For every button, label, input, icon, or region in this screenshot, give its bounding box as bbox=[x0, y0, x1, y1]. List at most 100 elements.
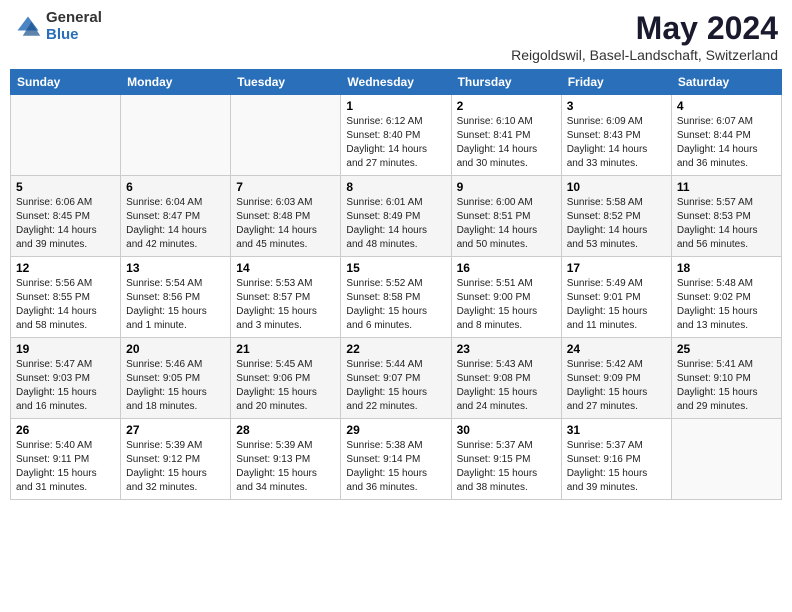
day-number: 16 bbox=[457, 261, 556, 275]
day-number: 3 bbox=[567, 99, 666, 113]
day-number: 6 bbox=[126, 180, 225, 194]
day-number: 22 bbox=[346, 342, 445, 356]
calendar-cell: 14Sunrise: 5:53 AMSunset: 8:57 PMDayligh… bbox=[231, 257, 341, 338]
day-info: Sunrise: 5:56 AMSunset: 8:55 PMDaylight:… bbox=[16, 277, 115, 333]
day-number: 13 bbox=[126, 261, 225, 275]
day-number: 21 bbox=[236, 342, 335, 356]
calendar-cell: 16 Sunrise: 5:51 AMSunset: 9:00 PMDayligh… bbox=[451, 257, 561, 338]
day-number: 12 bbox=[16, 261, 115, 275]
day-info: Sunrise: 5:52 AMSunset: 8:58 PMDaylight:… bbox=[346, 277, 445, 333]
calendar-cell bbox=[671, 419, 781, 500]
day-info: Sunrise: 5:41 AMSunset: 9:10 PMDaylight:… bbox=[677, 358, 776, 414]
day-number: 18 bbox=[677, 261, 776, 275]
calendar-cell: 7Sunrise: 6:03 AMSunset: 8:48 PMDaylight… bbox=[231, 176, 341, 257]
day-info: Sunrise: 5:39 AMSunset: 9:12 PMDaylight:… bbox=[126, 439, 225, 495]
day-number: 24 bbox=[567, 342, 666, 356]
calendar-cell: 17 Sunrise: 5:49 AMSunset: 9:01 PMDayligh… bbox=[561, 257, 671, 338]
calendar-cell: 28 Sunrise: 5:39 AMSunset: 9:13 PMDayligh… bbox=[231, 419, 341, 500]
logo-general-text: General bbox=[46, 10, 102, 27]
day-info: Sunrise: 5:43 AMSunset: 9:08 PMDaylight:… bbox=[457, 358, 556, 414]
calendar-cell: 29 Sunrise: 5:38 AMSunset: 9:14 PMDayligh… bbox=[341, 419, 451, 500]
day-number: 5 bbox=[16, 180, 115, 194]
calendar-cell: 1 Sunrise: 6:12 AMSunset: 8:40 PMDaylight… bbox=[341, 95, 451, 176]
week-row-5: 26 Sunrise: 5:40 AMSunset: 9:11 PMDayligh… bbox=[11, 419, 782, 500]
calendar-cell: 15 Sunrise: 5:52 AMSunset: 8:58 PMDayligh… bbox=[341, 257, 451, 338]
day-number: 23 bbox=[457, 342, 556, 356]
title-block: May 2024 Reigoldswil, Basel-Landschaft, … bbox=[511, 10, 778, 63]
calendar-cell: 5Sunrise: 6:06 AMSunset: 8:45 PMDaylight… bbox=[11, 176, 121, 257]
day-info: Sunrise: 5:51 AMSunset: 9:00 PMDaylight:… bbox=[457, 277, 556, 333]
day-number: 30 bbox=[457, 423, 556, 437]
calendar-cell: 13 Sunrise: 5:54 AMSunset: 8:56 PMDayligh… bbox=[121, 257, 231, 338]
day-info: Sunrise: 5:57 AMSunset: 8:53 PMDaylight:… bbox=[677, 196, 776, 252]
logo-blue-text: Blue bbox=[46, 27, 102, 44]
weekday-header-saturday: Saturday bbox=[671, 70, 781, 95]
calendar-cell: 22 Sunrise: 5:44 AMSunset: 9:07 PMDayligh… bbox=[341, 338, 451, 419]
day-info: Sunrise: 5:45 AMSunset: 9:06 PMDaylight:… bbox=[236, 358, 335, 414]
day-info: Sunrise: 6:04 AMSunset: 8:47 PMDaylight:… bbox=[126, 196, 225, 252]
day-number: 15 bbox=[346, 261, 445, 275]
day-info: Sunrise: 5:38 AMSunset: 9:14 PMDaylight:… bbox=[346, 439, 445, 495]
day-number: 26 bbox=[16, 423, 115, 437]
day-number: 11 bbox=[677, 180, 776, 194]
calendar-cell: 19Sunrise: 5:47 AMSunset: 9:03 PMDayligh… bbox=[11, 338, 121, 419]
calendar-cell: 26 Sunrise: 5:40 AMSunset: 9:11 PMDayligh… bbox=[11, 419, 121, 500]
month-year-title: May 2024 bbox=[511, 10, 778, 47]
day-info: Sunrise: 6:09 AMSunset: 8:43 PMDaylight:… bbox=[567, 115, 666, 171]
calendar-cell: 6 Sunrise: 6:04 AMSunset: 8:47 PMDaylight… bbox=[121, 176, 231, 257]
day-info: Sunrise: 5:46 AMSunset: 9:05 PMDaylight:… bbox=[126, 358, 225, 414]
location-subtitle: Reigoldswil, Basel-Landschaft, Switzerla… bbox=[511, 47, 778, 63]
week-row-3: 12 Sunrise: 5:56 AMSunset: 8:55 PMDayligh… bbox=[11, 257, 782, 338]
day-info: Sunrise: 5:54 AMSunset: 8:56 PMDaylight:… bbox=[126, 277, 225, 333]
day-number: 1 bbox=[346, 99, 445, 113]
day-info: Sunrise: 5:49 AMSunset: 9:01 PMDaylight:… bbox=[567, 277, 666, 333]
day-info: Sunrise: 5:47 AMSunset: 9:03 PMDaylight:… bbox=[16, 358, 115, 414]
calendar-table: SundayMondayTuesdayWednesdayThursdayFrid… bbox=[10, 69, 782, 500]
day-number: 31 bbox=[567, 423, 666, 437]
day-info: Sunrise: 6:00 AMSunset: 8:51 PMDaylight:… bbox=[457, 196, 556, 252]
weekday-header-friday: Friday bbox=[561, 70, 671, 95]
day-info: Sunrise: 5:42 AMSunset: 9:09 PMDaylight:… bbox=[567, 358, 666, 414]
calendar-cell: 25 Sunrise: 5:41 AMSunset: 9:10 PMDayligh… bbox=[671, 338, 781, 419]
logo: General Blue bbox=[14, 10, 102, 43]
calendar-cell: 24 Sunrise: 5:42 AMSunset: 9:09 PMDayligh… bbox=[561, 338, 671, 419]
day-number: 17 bbox=[567, 261, 666, 275]
day-number: 27 bbox=[126, 423, 225, 437]
calendar-cell: 12 Sunrise: 5:56 AMSunset: 8:55 PMDayligh… bbox=[11, 257, 121, 338]
day-number: 10 bbox=[567, 180, 666, 194]
calendar-cell bbox=[231, 95, 341, 176]
calendar-cell: 27 Sunrise: 5:39 AMSunset: 9:12 PMDayligh… bbox=[121, 419, 231, 500]
page-header: General Blue May 2024 Reigoldswil, Basel… bbox=[10, 10, 782, 63]
day-number: 25 bbox=[677, 342, 776, 356]
calendar-cell: 21 Sunrise: 5:45 AMSunset: 9:06 PMDayligh… bbox=[231, 338, 341, 419]
day-number: 28 bbox=[236, 423, 335, 437]
day-info: Sunrise: 6:10 AMSunset: 8:41 PMDaylight:… bbox=[457, 115, 556, 171]
day-number: 7 bbox=[236, 180, 335, 194]
weekday-header-sunday: Sunday bbox=[11, 70, 121, 95]
day-info: Sunrise: 5:48 AMSunset: 9:02 PMDaylight:… bbox=[677, 277, 776, 333]
week-row-4: 19Sunrise: 5:47 AMSunset: 9:03 PMDayligh… bbox=[11, 338, 782, 419]
day-number: 29 bbox=[346, 423, 445, 437]
calendar-cell: 20 Sunrise: 5:46 AMSunset: 9:05 PMDayligh… bbox=[121, 338, 231, 419]
calendar-cell: 11 Sunrise: 5:57 AMSunset: 8:53 PMDayligh… bbox=[671, 176, 781, 257]
day-info: Sunrise: 6:12 AMSunset: 8:40 PMDaylight:… bbox=[346, 115, 445, 171]
weekday-header-wednesday: Wednesday bbox=[341, 70, 451, 95]
weekday-header-row: SundayMondayTuesdayWednesdayThursdayFrid… bbox=[11, 70, 782, 95]
day-info: Sunrise: 6:07 AMSunset: 8:44 PMDaylight:… bbox=[677, 115, 776, 171]
calendar-cell: 31Sunrise: 5:37 AMSunset: 9:16 PMDayligh… bbox=[561, 419, 671, 500]
calendar-cell: 8 Sunrise: 6:01 AMSunset: 8:49 PMDaylight… bbox=[341, 176, 451, 257]
day-number: 14 bbox=[236, 261, 335, 275]
day-info: Sunrise: 5:37 AMSunset: 9:15 PMDaylight:… bbox=[457, 439, 556, 495]
week-row-2: 5Sunrise: 6:06 AMSunset: 8:45 PMDaylight… bbox=[11, 176, 782, 257]
day-number: 8 bbox=[346, 180, 445, 194]
day-info: Sunrise: 5:40 AMSunset: 9:11 PMDaylight:… bbox=[16, 439, 115, 495]
calendar-cell bbox=[11, 95, 121, 176]
day-info: Sunrise: 5:58 AMSunset: 8:52 PMDaylight:… bbox=[567, 196, 666, 252]
logo-text: General Blue bbox=[46, 10, 102, 43]
day-info: Sunrise: 5:44 AMSunset: 9:07 PMDaylight:… bbox=[346, 358, 445, 414]
day-number: 20 bbox=[126, 342, 225, 356]
calendar-cell: 23 Sunrise: 5:43 AMSunset: 9:08 PMDayligh… bbox=[451, 338, 561, 419]
day-info: Sunrise: 6:01 AMSunset: 8:49 PMDaylight:… bbox=[346, 196, 445, 252]
day-info: Sunrise: 5:39 AMSunset: 9:13 PMDaylight:… bbox=[236, 439, 335, 495]
day-number: 9 bbox=[457, 180, 556, 194]
